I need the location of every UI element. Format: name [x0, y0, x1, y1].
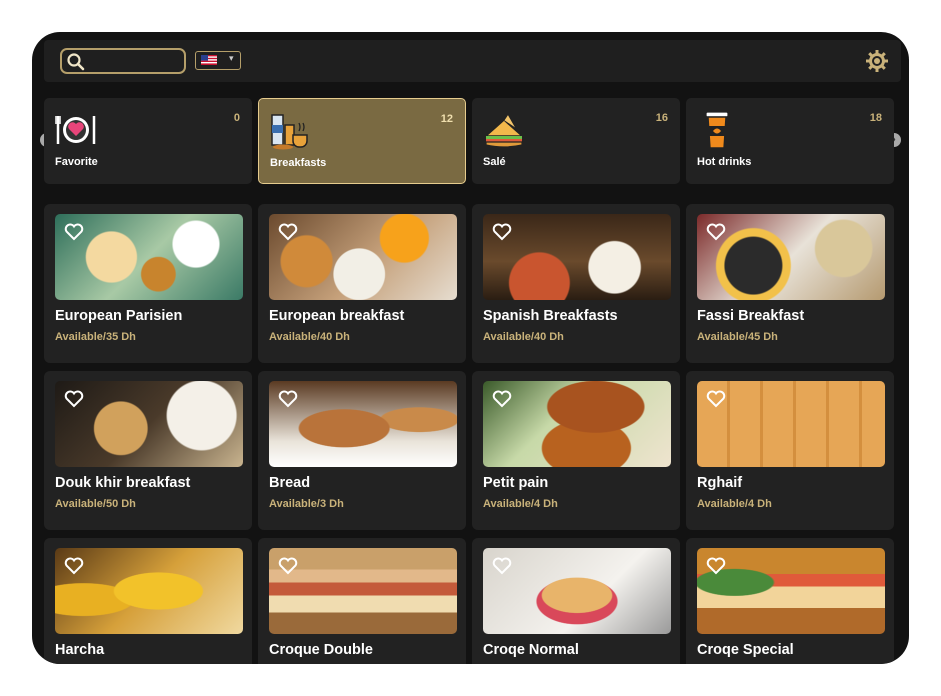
- gear-icon[interactable]: [865, 49, 889, 73]
- category-count: 18: [869, 112, 882, 124]
- product-title: Croque Double: [269, 642, 373, 658]
- product-card[interactable]: Croqe Special: [686, 538, 894, 664]
- category-breakfasts[interactable]: 12 Breakfasts: [258, 98, 466, 184]
- product-price: Available/4 Dh: [483, 498, 558, 510]
- category-favorite[interactable]: 0 Favorite: [44, 98, 252, 184]
- category-bar: 0 Favorite 12 Breakfasts 16 Salé 18 Hot …: [44, 98, 897, 184]
- category-label: Salé: [483, 156, 506, 168]
- sandwich-icon: [484, 112, 524, 148]
- product-card[interactable]: Petit pain Available/4 Dh: [472, 371, 680, 530]
- top-bar: ▾: [44, 40, 901, 82]
- us-flag-icon: [201, 55, 217, 65]
- breakfast-icon: [271, 114, 308, 150]
- category-hot-drinks[interactable]: 18 Hot drinks: [686, 98, 894, 184]
- product-title: Petit pain: [483, 475, 549, 491]
- heart-icon[interactable]: [492, 390, 512, 408]
- product-card[interactable]: European breakfast Available/40 Dh: [258, 204, 466, 363]
- heart-icon[interactable]: [706, 557, 726, 575]
- heart-icon[interactable]: [278, 223, 298, 241]
- product-card[interactable]: Fassi Breakfast Available/45 Dh: [686, 204, 894, 363]
- heart-icon[interactable]: [64, 557, 84, 575]
- heart-icon[interactable]: [706, 223, 726, 241]
- chevron-down-icon: ▾: [229, 53, 234, 63]
- category-count: 0: [233, 112, 240, 124]
- product-title: Harcha: [55, 642, 105, 658]
- category-label: Hot drinks: [697, 156, 752, 168]
- search-input[interactable]: [88, 52, 184, 72]
- product-price: Available/4 Dh: [697, 498, 772, 510]
- product-price: Available/35 Dh: [55, 331, 136, 343]
- language-select[interactable]: ▾: [195, 51, 241, 70]
- app-frame: ▾ ‹ ›: [32, 32, 909, 664]
- category-label: Favorite: [55, 156, 98, 168]
- product-price: Available/50 Dh: [55, 498, 136, 510]
- product-price: Available/40 Dh: [483, 331, 564, 343]
- product-title: Croqe Special: [697, 642, 794, 658]
- heart-plate-icon: [55, 116, 96, 144]
- product-title: Croqe Normal: [483, 642, 579, 658]
- product-card[interactable]: Rghaif Available/4 Dh: [686, 371, 894, 530]
- search-box[interactable]: [60, 48, 186, 74]
- product-title: Rghaif: [697, 475, 743, 491]
- search-icon: [67, 53, 85, 71]
- coffee-cup-icon: [705, 111, 729, 149]
- heart-icon[interactable]: [278, 557, 298, 575]
- product-title: Spanish Breakfasts: [483, 308, 618, 324]
- category-sale[interactable]: 16 Salé: [472, 98, 680, 184]
- heart-icon[interactable]: [492, 557, 512, 575]
- product-card[interactable]: Douk khir breakfast Available/50 Dh: [44, 371, 252, 530]
- product-title: European breakfast: [269, 308, 405, 324]
- product-price: Available/40 Dh: [269, 331, 350, 343]
- product-title: European Parisien: [55, 308, 183, 324]
- product-card[interactable]: Croqe Normal: [472, 538, 680, 664]
- product-title: Douk khir breakfast: [55, 475, 191, 491]
- product-card[interactable]: European Parisien Available/35 Dh: [44, 204, 252, 363]
- product-card[interactable]: Harcha: [44, 538, 252, 664]
- category-label: Breakfasts: [270, 157, 327, 169]
- heart-icon[interactable]: [706, 390, 726, 408]
- category-count: 16: [655, 112, 668, 124]
- heart-icon[interactable]: [278, 390, 298, 408]
- product-price: Available/45 Dh: [697, 331, 778, 343]
- product-card[interactable]: Bread Available/3 Dh: [258, 371, 466, 530]
- product-card[interactable]: Spanish Breakfasts Available/40 Dh: [472, 204, 680, 363]
- category-count: 12: [440, 113, 453, 125]
- product-card[interactable]: Croque Double: [258, 538, 466, 664]
- heart-icon[interactable]: [64, 390, 84, 408]
- product-title: Fassi Breakfast: [697, 308, 805, 324]
- heart-icon[interactable]: [64, 223, 84, 241]
- heart-icon[interactable]: [492, 223, 512, 241]
- product-title: Bread: [269, 475, 311, 491]
- product-price: Available/3 Dh: [269, 498, 344, 510]
